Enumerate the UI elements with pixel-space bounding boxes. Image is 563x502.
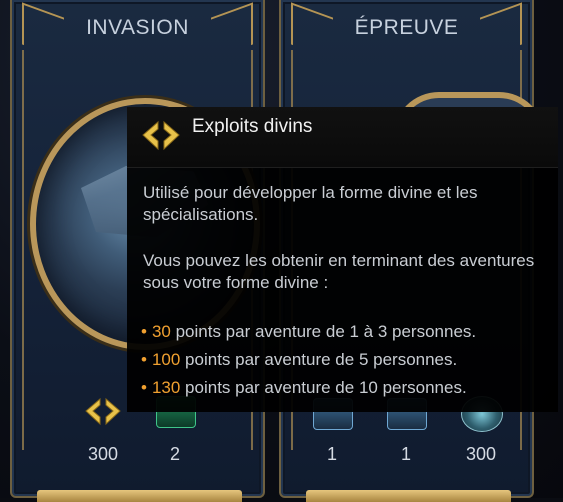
points-text: points par aventure de 10 personnes. [180, 378, 467, 397]
reward-count: 300 [75, 444, 131, 468]
tooltip-obtain-text: Vous pouvez les obtenir en terminant des… [143, 251, 535, 292]
points-value: 100 [151, 350, 181, 369]
points-text: points par aventure de 1 à 3 personnes. [170, 322, 477, 341]
points-value: 30 [151, 322, 171, 341]
reward-count-text: 300 [87, 444, 119, 464]
reward-count-text: 1 [326, 444, 337, 464]
points-value: 130 [151, 378, 181, 397]
list-item: • 130 points par aventure de 10 personnes… [141, 374, 476, 402]
panel-frame-line [22, 50, 24, 450]
bullet: • [141, 378, 147, 397]
panel-title: INVASION [86, 16, 189, 39]
points-list: • 30 points par aventure de 1 à 3 personn… [141, 318, 476, 402]
reward-count-text: 1 [400, 444, 411, 464]
tooltip-header: Exploits divins [127, 107, 558, 168]
reward-count-text: 300 [465, 444, 497, 464]
tooltip-description: Utilisé pour développer la forme divine … [143, 183, 478, 224]
points-text: points par aventure de 5 personnes. [180, 350, 458, 369]
invasion-start-button[interactable] [37, 490, 242, 502]
bullet: • [141, 350, 147, 369]
epreuve-start-button[interactable] [306, 490, 511, 502]
divine-exploits-tooltip: Exploits divins Utilisé pour développer … [127, 107, 558, 412]
reward-count: 2 [150, 444, 200, 468]
list-item: • 30 points par aventure de 1 à 3 personn… [141, 318, 476, 346]
reward-count: 300 [455, 444, 507, 468]
reward-count: 1 [383, 444, 429, 468]
reward-count-text: 2 [169, 444, 180, 464]
divine-exploits-icon [137, 119, 185, 160]
reward-count: 1 [309, 444, 355, 468]
panel-title: ÉPREUVE [354, 16, 459, 39]
divine-exploits-icon [80, 396, 126, 430]
list-item: • 100 points par aventure de 5 personnes. [141, 346, 476, 374]
tooltip-title: Exploits divins [192, 116, 313, 137]
bullet: • [141, 322, 147, 341]
